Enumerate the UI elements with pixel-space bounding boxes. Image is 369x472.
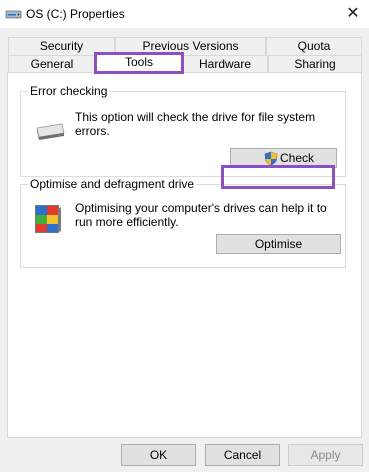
ok-button[interactable]: OK (121, 444, 196, 466)
tab-general[interactable]: General (8, 55, 96, 73)
tab-hardware[interactable]: Hardware (182, 55, 268, 73)
window-title: OS (C:) Properties (26, 7, 125, 21)
optimise-description: Optimising your computer's drives can he… (75, 201, 327, 229)
close-button[interactable]: ✕ (340, 3, 366, 25)
properties-dialog: Security Previous Versions Quota General… (0, 28, 369, 472)
error-checking-description: This option will check the drive for fil… (75, 110, 316, 138)
tab-quota[interactable]: Quota (266, 37, 362, 55)
cancel-button[interactable]: Cancel (205, 444, 280, 466)
check-button-label: Check (280, 151, 315, 165)
tools-panel: Error checking This option will check th… (7, 72, 362, 438)
tab-tools[interactable]: Tools (96, 53, 182, 73)
tab-sharing[interactable]: Sharing (268, 55, 362, 73)
error-checking-group: Error checking This option will check th… (20, 84, 346, 177)
drive-title-icon (5, 10, 22, 19)
uac-shield-icon (264, 151, 278, 166)
optimise-button[interactable]: Optimise (216, 234, 341, 254)
error-checking-title: Error checking (28, 84, 110, 98)
optimise-title: Optimise and defragment drive (28, 177, 197, 191)
apply-button[interactable]: Apply (288, 444, 363, 466)
check-button[interactable]: Check (230, 148, 337, 168)
drive-icon (36, 123, 65, 140)
optimise-group: Optimise and defragment drive Optimising… (20, 177, 346, 268)
title-bar: OS (C:) Properties ✕ (0, 0, 369, 28)
defrag-icon (35, 205, 61, 233)
